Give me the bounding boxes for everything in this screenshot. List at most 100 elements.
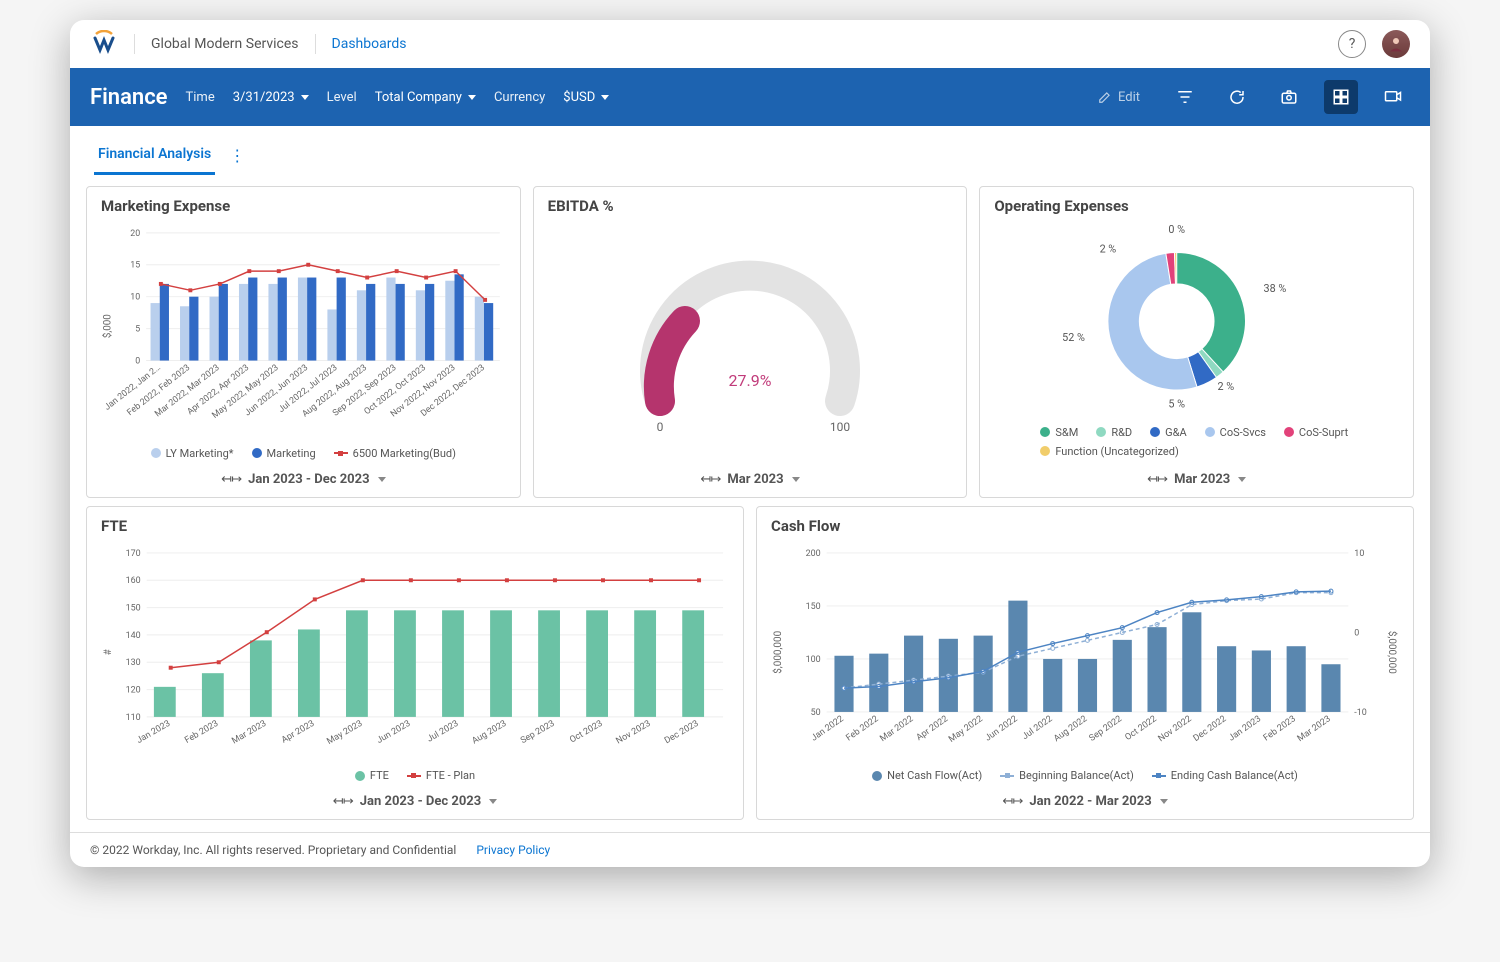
svg-text:Feb 2022: Feb 2022: [845, 714, 881, 743]
edit-button[interactable]: Edit: [1088, 80, 1150, 114]
card-title: EBITDA %: [534, 187, 967, 219]
legend-item: 6500 Marketing(Bud): [334, 447, 456, 460]
filter-time-value[interactable]: 3/31/2023: [233, 90, 309, 105]
svg-text:Mar 2023: Mar 2023: [230, 718, 268, 746]
svg-text:-10: -10: [1354, 707, 1367, 717]
arrows-icon: ↤ ↦: [1002, 794, 1021, 809]
svg-text:$,000,000: $,000,000: [1386, 630, 1397, 673]
svg-text:Jul 2023: Jul 2023: [426, 718, 461, 744]
card-title: Marketing Expense: [87, 187, 520, 219]
camera-icon[interactable]: [1272, 80, 1306, 114]
copyright: © 2022 Workday, Inc. All rights reserved…: [90, 843, 456, 857]
chevron-down-icon: [301, 95, 309, 100]
svg-text:Jun 2023: Jun 2023: [375, 718, 412, 745]
legend-item: LY Marketing*: [151, 447, 234, 460]
svg-text:120: 120: [126, 685, 141, 695]
svg-text:Jan 2023: Jan 2023: [1227, 714, 1263, 743]
chevron-down-icon: [378, 477, 386, 482]
svg-text:Oct 2023: Oct 2023: [568, 718, 604, 745]
svg-text:Aug 2023: Aug 2023: [470, 718, 508, 746]
svg-text:0 %: 0 %: [1169, 223, 1186, 236]
tabstrip: Financial Analysis ⋮: [70, 126, 1430, 176]
legend: LY Marketing* Marketing 6500 Marketing(Bud…: [87, 443, 520, 464]
chevron-down-icon: [792, 477, 800, 482]
svg-text:2 %: 2 %: [1218, 380, 1235, 393]
legend-item: FTE: [355, 769, 389, 782]
legend: S&MR&DG&ACoS-SvcsCoS-SuprtFunction (Unca…: [980, 424, 1413, 464]
svg-text:Dec 2022: Dec 2022: [1192, 714, 1229, 744]
present-icon[interactable]: [1376, 80, 1410, 114]
privacy-link[interactable]: Privacy Policy: [476, 843, 550, 857]
chevron-down-icon: [1238, 477, 1246, 482]
svg-text:Mar 2022: Mar 2022: [878, 714, 915, 744]
avatar[interactable]: [1382, 30, 1410, 58]
footer: © 2022 Workday, Inc. All rights reserved…: [70, 832, 1430, 867]
arrows-icon: ↤ ↦: [221, 472, 240, 487]
svg-text:May 2022: May 2022: [947, 714, 985, 745]
card-ebitda: EBITDA % 27.9% 0 100 ↤ ↦Mar 2023: [533, 186, 968, 498]
svg-text:Apr 2023: Apr 2023: [280, 718, 316, 745]
svg-text:$,000,000: $,000,000: [773, 630, 784, 673]
legend: Net Cash Flow(Act) Beginning Balance(Act)…: [757, 765, 1413, 786]
help-icon[interactable]: ?: [1338, 30, 1366, 58]
legend-item: Function (Uncategorized): [1040, 445, 1178, 458]
arrows-icon: ↤ ↦: [1147, 472, 1166, 487]
chevron-down-icon: [468, 95, 476, 100]
tab-financial-analysis[interactable]: Financial Analysis: [94, 136, 215, 175]
breadcrumb-dashboards[interactable]: Dashboards: [332, 36, 407, 52]
card-cash-flow: Cash Flow 50100150200-10010$,000,000$,00…: [756, 506, 1414, 821]
svg-text:May 2023: May 2023: [325, 718, 364, 746]
card-footer[interactable]: ↤ ↦Jan 2023 - Dec 2023: [87, 464, 520, 497]
legend-item: Beginning Balance(Act): [1000, 769, 1134, 782]
svg-text:0: 0: [657, 420, 664, 434]
filter-bar: Finance Time 3/31/2023 Level Total Compa…: [70, 68, 1430, 126]
chart-fte: 110120130140150160170#Jan 2023Feb 2023Ma…: [97, 543, 733, 762]
svg-text:150: 150: [806, 601, 821, 611]
refresh-icon[interactable]: [1220, 80, 1254, 114]
arrows-icon: ↤ ↦: [700, 472, 719, 487]
legend-item: Marketing: [252, 447, 316, 460]
brand-name: Global Modern Services: [151, 36, 299, 52]
svg-text:200: 200: [806, 548, 821, 558]
card-footer[interactable]: ↤ ↦Mar 2023: [534, 464, 967, 497]
divider: [134, 34, 135, 54]
svg-text:Mar 2023: Mar 2023: [1296, 714, 1333, 744]
svg-text:140: 140: [126, 630, 141, 640]
svg-text:100: 100: [830, 420, 850, 434]
card-footer[interactable]: ↤ ↦Jan 2023 - Dec 2023: [87, 786, 743, 819]
filter-icon[interactable]: [1168, 80, 1202, 114]
card-title: FTE: [87, 507, 743, 539]
grid-view-icon[interactable]: [1324, 80, 1358, 114]
chevron-down-icon: [1160, 799, 1168, 804]
svg-text:150: 150: [126, 603, 141, 613]
svg-text:Apr 2022: Apr 2022: [915, 714, 950, 743]
chart-cash: 50100150200-10010$,000,000$,000,000Jan 2…: [767, 543, 1403, 762]
svg-text:170: 170: [126, 548, 141, 558]
legend-item: Ending Cash Balance(Act): [1152, 769, 1298, 782]
legend-item: G&A: [1150, 426, 1187, 439]
svg-text:Jun 2022: Jun 2022: [984, 714, 1020, 743]
chart-gauge: 27.9% 0 100: [600, 231, 900, 451]
card-footer[interactable]: ↤ ↦Jan 2022 - Mar 2023: [757, 786, 1413, 819]
legend-item: CoS-Suprt: [1284, 426, 1348, 439]
svg-text:Aug 2022: Aug 2022: [1052, 714, 1089, 744]
svg-text:5 %: 5 %: [1169, 398, 1186, 411]
card-fte: FTE 110120130140150160170#Jan 2023Feb 20…: [86, 506, 744, 821]
svg-text:110: 110: [126, 712, 141, 722]
legend-item: R&D: [1096, 426, 1132, 439]
tab-more-icon[interactable]: ⋮: [223, 146, 251, 165]
chevron-down-icon: [601, 95, 609, 100]
svg-text:0: 0: [1354, 628, 1359, 638]
svg-text:Nov 2023: Nov 2023: [615, 718, 653, 746]
legend-item: S&M: [1040, 426, 1078, 439]
legend-item: Net Cash Flow(Act): [872, 769, 982, 782]
filter-currency-value[interactable]: $USD: [563, 90, 609, 105]
svg-text:20: 20: [130, 229, 140, 239]
card-footer[interactable]: ↤ ↦Mar 2023: [980, 464, 1413, 497]
filter-level-value[interactable]: Total Company: [375, 90, 476, 105]
svg-text:Dec 2023: Dec 2023: [663, 718, 701, 745]
svg-text:Feb 2023: Feb 2023: [1262, 714, 1298, 743]
card-operating-expenses: Operating Expenses 38 %2 %5 %52 %2 %0 % …: [979, 186, 1414, 498]
svg-text:2 %: 2 %: [1100, 242, 1117, 255]
page-title: Finance: [90, 85, 168, 110]
